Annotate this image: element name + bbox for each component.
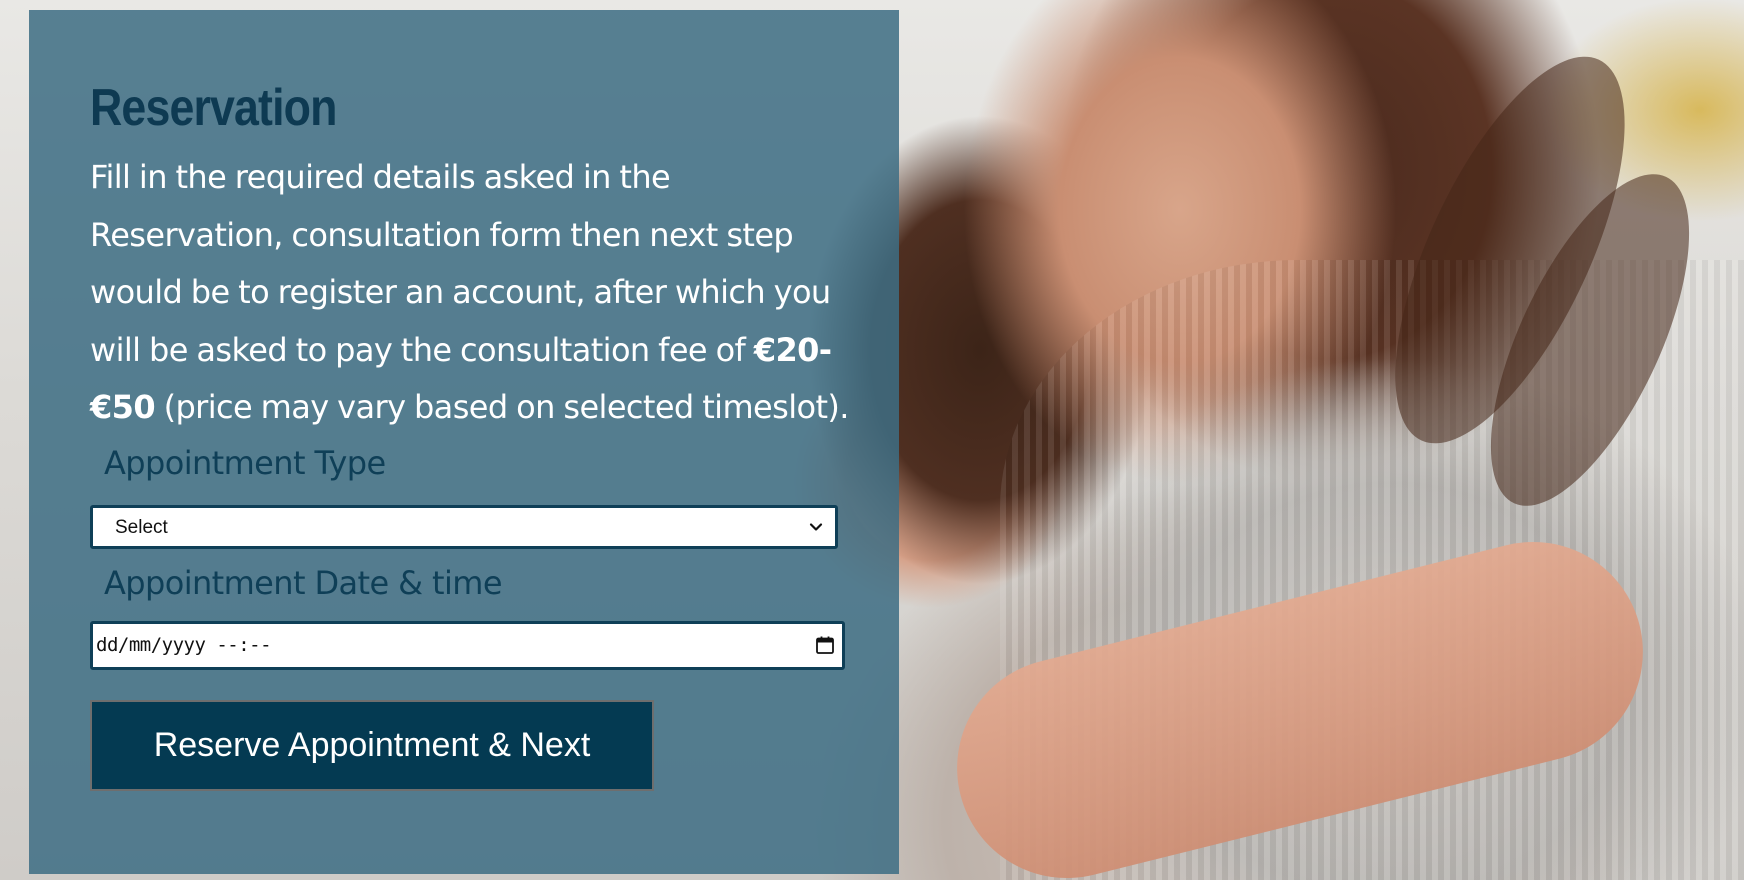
appointment-type-selected-value: Select <box>115 516 168 538</box>
page-title: Reservation <box>90 79 337 137</box>
intro-paragraph: Fill in the required details asked in th… <box>90 149 850 437</box>
intro-suffix: (price may vary based on selected timesl… <box>155 388 850 427</box>
reserve-appointment-next-button[interactable]: Reserve Appointment & Next <box>90 699 654 791</box>
appointment-type-label: Appointment Type <box>104 443 386 482</box>
calendar-icon[interactable] <box>814 634 836 656</box>
appointment-datetime-value: dd/mm/yyyy --:-- <box>96 633 272 656</box>
reservation-panel: Reservation Fill in the required details… <box>29 10 899 874</box>
appointment-type-select[interactable]: Select <box>90 504 838 549</box>
intro-text: Fill in the required details asked in th… <box>90 158 831 369</box>
chevron-down-icon <box>809 523 823 531</box>
reservation-form: Reservation Fill in the required details… <box>90 79 850 791</box>
appointment-datetime-label: Appointment Date & time <box>104 563 503 602</box>
appointment-datetime-input[interactable]: dd/mm/yyyy --:-- <box>90 620 845 670</box>
reservation-page: Reservation Fill in the required details… <box>0 0 1744 880</box>
